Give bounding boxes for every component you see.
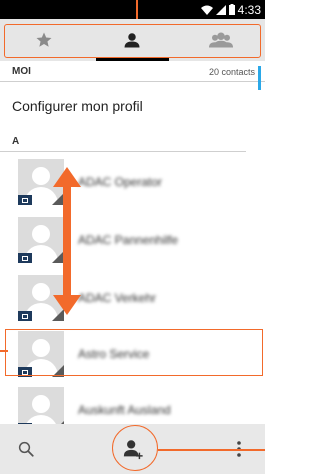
contact-name: Astro Service [78,347,150,361]
contact-count: 20 contacts [208,66,255,77]
status-time: 4:33 [237,2,261,17]
section-header-moi: MOI 20 contacts [0,62,265,82]
section-title: MOI [12,66,31,77]
add-contact-icon [123,440,143,460]
contact-row[interactable]: Astro Service [0,326,265,382]
tab-groups[interactable] [177,19,265,61]
star-icon [36,32,52,47]
avatar [18,217,64,263]
tab-favorites[interactable] [0,19,88,61]
search-button[interactable] [10,433,42,465]
wifi-icon [200,5,213,15]
contact-name: ADAC Verkehr [78,291,157,305]
tab-bar [0,19,265,61]
contact-row[interactable]: ADAC Pannenhilfe [0,212,265,268]
annotation-line-right [158,449,265,451]
avatar [18,159,64,205]
section-header-a: A [0,132,246,152]
avatar [18,275,64,321]
contact-row[interactable]: ADAC Operator [0,154,265,210]
annotation-line-left [0,350,8,352]
signal-icon [215,4,226,15]
person-icon [124,33,140,48]
avatar [18,331,64,377]
contact-name: Auskunft Ausland [78,403,171,417]
contact-name: ADAC Operator [78,175,163,189]
section-title: A [12,136,20,147]
tab-contacts[interactable] [88,19,176,61]
contact-card-icon [18,195,32,205]
configure-profile-row[interactable]: Configurer mon profil [0,86,265,126]
contact-name: ADAC Pannenhilfe [78,233,179,247]
contact-card-icon [18,253,32,263]
contact-card-icon [18,311,32,321]
battery-icon [228,4,235,15]
group-icon [208,32,233,48]
status-bar: 4:33 [0,0,265,19]
configure-profile-label: Configurer mon profil [12,98,143,114]
add-contact-button[interactable] [117,433,149,465]
search-icon [18,441,34,457]
contact-row[interactable]: ADAC Verkehr [0,270,265,326]
contact-card-icon [18,367,32,377]
